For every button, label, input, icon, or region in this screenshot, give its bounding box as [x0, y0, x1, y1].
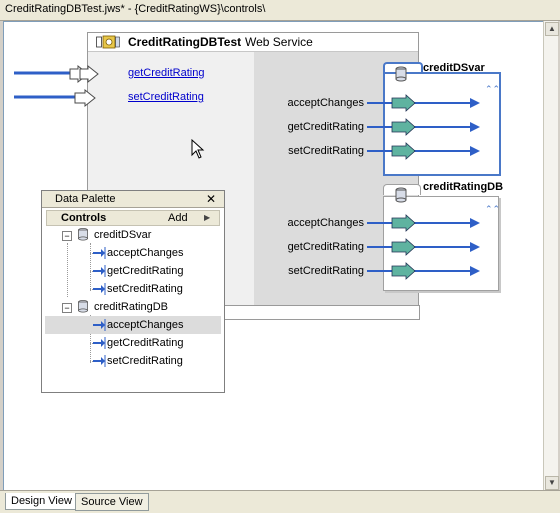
method-icon [93, 319, 106, 331]
method-icon [93, 337, 106, 349]
collapse-icon[interactable]: ⌃⌃ [485, 205, 500, 214]
tree-leaf-method[interactable]: setCreditRating [107, 280, 183, 298]
tree-leaf-method[interactable]: acceptChanges [107, 244, 183, 262]
tab-design-view[interactable]: Design View [5, 493, 78, 510]
method-label[interactable]: acceptChanges [254, 217, 364, 229]
web-service-icon [96, 35, 120, 49]
tree-leaf-method[interactable]: setCreditRating [107, 352, 183, 370]
web-service-name: CreditRatingDBTest [128, 35, 242, 49]
vertical-scrollbar[interactable]: ▲ ▼ [543, 21, 559, 490]
database-icon [395, 66, 407, 82]
chevron-right-icon[interactable]: ▶ [204, 211, 210, 225]
method-label[interactable]: setCreditRating [254, 145, 364, 157]
database-icon [78, 300, 88, 313]
database-icon [395, 187, 407, 203]
method-label[interactable]: getCreditRating [254, 241, 364, 253]
window-title-bar: CreditRatingDBTest.jws* - {CreditRatingW… [0, 0, 560, 21]
palette-section-bar: Controls Add ▶ [46, 210, 220, 226]
method-icon [93, 265, 106, 277]
collapse-icon[interactable]: − [62, 231, 72, 241]
control-box-creditratingdb[interactable] [383, 196, 499, 291]
collapse-icon[interactable]: − [62, 303, 72, 313]
data-palette-panel[interactable]: Data Palette ✕ Controls Add ▶ − creditDS… [41, 190, 225, 393]
collapse-icon[interactable]: ⌃⌃ [485, 85, 500, 94]
view-tab-bar: Design View Source View [0, 490, 560, 513]
op-arrow-icon [69, 64, 99, 84]
database-icon [78, 228, 88, 241]
add-button[interactable]: Add [168, 211, 188, 225]
web-service-type: Web Service [245, 35, 313, 49]
scroll-down-icon[interactable]: ▼ [545, 476, 559, 490]
web-service-header: CreditRatingDBTest Web Service [88, 33, 418, 52]
palette-section-label: Controls [61, 212, 107, 224]
control-box-creditdsvar[interactable] [383, 72, 501, 176]
web-service-footer [216, 305, 420, 320]
window-title: CreditRatingDBTest.jws* - {CreditRatingW… [5, 3, 266, 15]
operation-link-setcreditrating[interactable]: setCreditRating [128, 91, 204, 103]
tree-node-creditdsvar[interactable]: creditDSvar [94, 226, 151, 244]
method-label[interactable]: getCreditRating [254, 121, 364, 133]
method-icon [93, 283, 106, 295]
data-palette-title: Data Palette [55, 193, 116, 205]
scroll-up-icon[interactable]: ▲ [545, 22, 559, 36]
data-palette-header[interactable]: Data Palette ✕ [42, 191, 224, 208]
method-label[interactable]: setCreditRating [254, 265, 364, 277]
tree-leaf-method[interactable]: getCreditRating [107, 262, 183, 280]
control-title: creditRatingDB [423, 181, 504, 193]
method-icon [93, 355, 106, 367]
mouse-cursor-icon [191, 139, 205, 159]
operation-link-getcreditrating[interactable]: getCreditRating [128, 67, 204, 79]
tree-leaf-method-selected[interactable]: acceptChanges [107, 316, 183, 334]
op-arrow-icon [74, 88, 96, 108]
tab-source-view[interactable]: Source View [75, 493, 149, 511]
method-label[interactable]: acceptChanges [254, 97, 364, 109]
method-icon [93, 247, 106, 259]
tree-leaf-method[interactable]: getCreditRating [107, 334, 183, 352]
tree-node-creditratingdb[interactable]: creditRatingDB [94, 298, 168, 316]
control-title: creditDSvar [423, 62, 485, 74]
close-icon[interactable]: ✕ [204, 191, 218, 207]
